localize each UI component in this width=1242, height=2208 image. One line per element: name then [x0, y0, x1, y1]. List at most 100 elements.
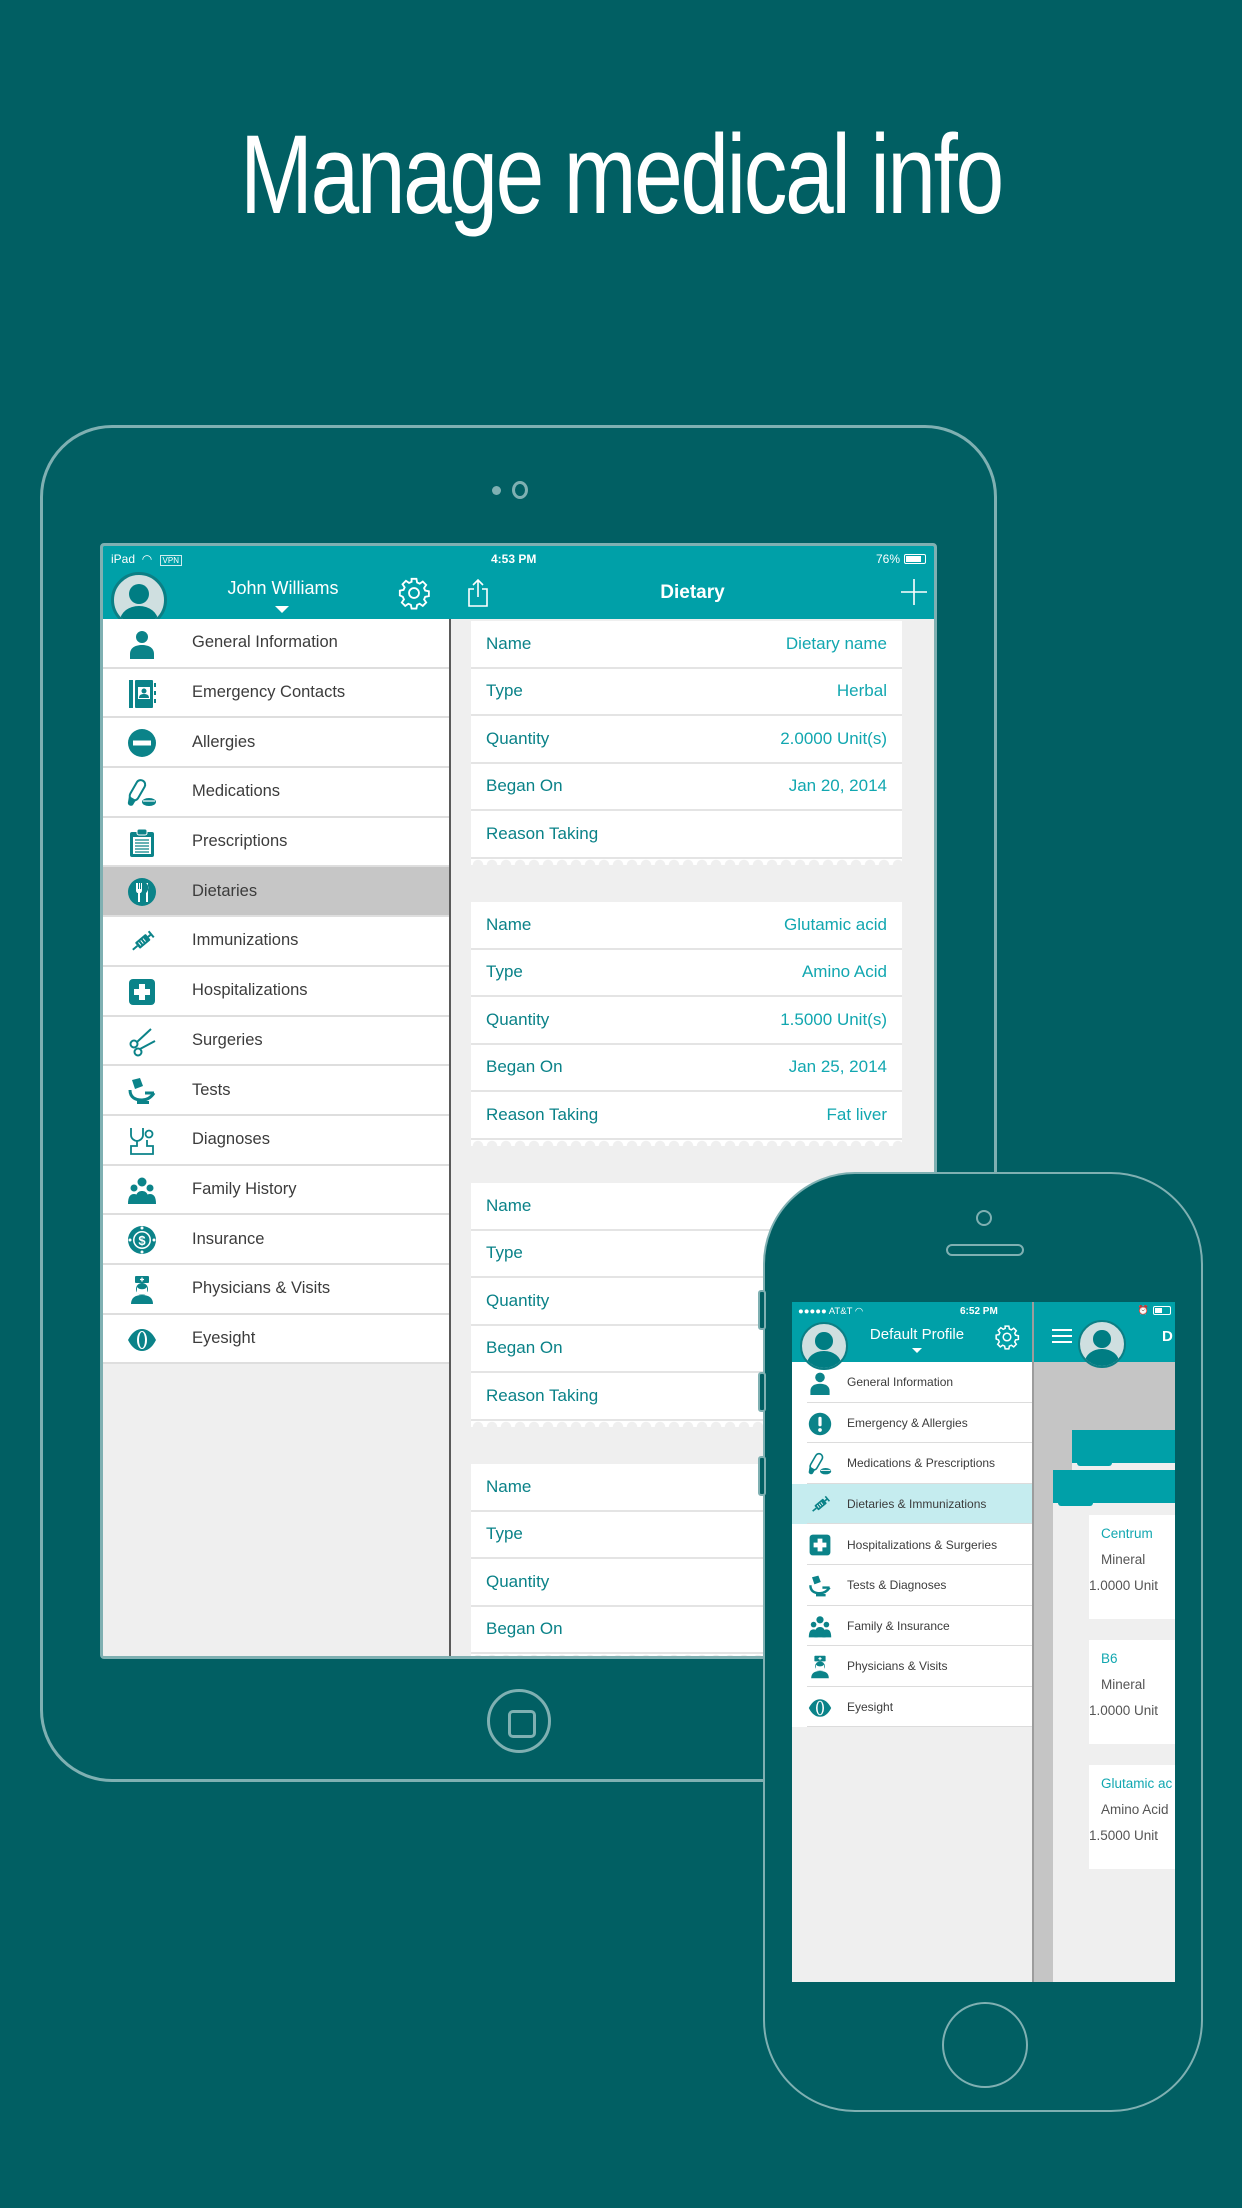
record-field-row[interactable]: Began On Jan 25, 2014 [471, 1045, 902, 1092]
field-label: Quantity [486, 1009, 550, 1029]
field-label: Name [486, 633, 532, 653]
ipad-sidebar-menu: General Information Emergency Contacts A… [103, 619, 449, 1365]
scissors-icon [127, 1027, 157, 1057]
sidebar-item-label: Tests & Diagnoses [847, 1578, 947, 1593]
dietary-card[interactable]: Glutamic ac Amino Acid 1.5000 Unit [1089, 1765, 1175, 1873]
record-field-row[interactable]: Name Dietary name [471, 621, 902, 669]
sidebar-item-label: Medications & Prescriptions [847, 1456, 996, 1471]
iphone-speaker [946, 1244, 1024, 1256]
settings-gear-icon[interactable] [397, 576, 431, 610]
sidebar-item-general-information[interactable]: General Information [103, 619, 449, 669]
syringe-icon [127, 927, 157, 957]
field-value: Jan 20, 2014 [788, 776, 887, 796]
profile-name[interactable]: John Williams [203, 578, 363, 599]
sidebar-item-eyesight[interactable]: Eyesight [792, 1686, 1032, 1728]
sidebar-item-medications[interactable]: Medications [103, 768, 449, 818]
ipad-camera [512, 481, 528, 499]
status-right: ⏰ [1138, 1305, 1171, 1316]
dietary-record-card[interactable]: Name Dietary name Type Herbal Quantity 2… [471, 621, 902, 865]
family-icon [127, 1176, 157, 1206]
profile-name[interactable]: Default Profile [852, 1326, 982, 1343]
add-icon[interactable] [900, 578, 928, 606]
iphone-detail-pane: ⏰ D Hepatitis (HepA) Centrum Mineral 1.0… [1032, 1302, 1175, 1982]
record-field-row[interactable]: Began On Jan 20, 2014 [471, 764, 902, 811]
sidebar-item-physicians-visits[interactable]: Physicians & Visits [103, 1264, 449, 1315]
dietary-type: Amino Acid [1101, 1802, 1169, 1817]
sidebar-item-dietaries[interactable]: Dietaries [103, 867, 449, 918]
record-field-row[interactable]: Quantity 2.0000 Unit(s) [471, 716, 902, 764]
sidebar-item-tests-diagnoses[interactable]: Tests & Diagnoses [792, 1564, 1032, 1606]
dietary-quantity: 1.0000 Unit [1089, 1703, 1159, 1718]
dietary-quantity: 1.0000 Unit [1089, 1578, 1159, 1593]
microscope-icon [127, 1076, 157, 1106]
sidebar-item-family-insurance[interactable]: Family & Insurance [792, 1605, 1032, 1647]
profile-avatar[interactable] [800, 1322, 848, 1370]
sidebar-item-diagnoses[interactable]: Diagnoses [103, 1115, 449, 1166]
sidebar-item-tests[interactable]: Tests [103, 1066, 449, 1116]
ipad-sidebar: iPad ◠ VPN John Williams General Informa… [103, 546, 451, 1656]
stethoscope-icon [127, 1126, 157, 1156]
ipad-sensor-dot [492, 486, 501, 495]
sidebar-item-allergies[interactable]: Allergies [103, 718, 449, 769]
sidebar-item-label: Medications [192, 782, 281, 801]
record-field-row[interactable]: Name Glutamic acid [471, 902, 902, 950]
carrier-signal: ●●●●● AT&T ◠ [798, 1306, 863, 1317]
sidebar-item-label: Emergency & Allergies [847, 1415, 968, 1430]
svg-text:$: $ [138, 1233, 146, 1248]
sidebar-item-label: Prescriptions [192, 832, 288, 851]
field-label: Quantity [486, 1571, 550, 1591]
sidebar-item-eyesight[interactable]: Eyesight [103, 1314, 449, 1365]
sidebar-item-dietaries-immunizations[interactable]: Dietaries & Immunizations [792, 1483, 1032, 1525]
contacts-book-icon [127, 679, 157, 709]
card-torn-edge [1089, 1869, 1175, 1873]
record-field-row[interactable]: Reason Taking [471, 811, 902, 859]
sidebar-item-surgeries[interactable]: Surgeries [103, 1016, 449, 1067]
profile-avatar[interactable] [1078, 1320, 1126, 1368]
page-title: Dietary [660, 582, 725, 603]
record-field-row[interactable]: Reason Taking Fat liver [471, 1092, 902, 1140]
record-field-row[interactable]: Type Herbal [471, 669, 902, 716]
status-time: 6:52 PM [960, 1306, 998, 1317]
ipad-home-button[interactable] [487, 1689, 551, 1753]
sidebar-item-hospitalizations-surgeries[interactable]: Hospitalizations & Surgeries [792, 1524, 1032, 1565]
sidebar-item-family-history[interactable]: Family History [103, 1165, 449, 1216]
field-label: Name [486, 1195, 532, 1215]
exclamation-icon [808, 1412, 832, 1436]
field-value: 2.0000 Unit(s) [780, 728, 887, 748]
dietary-name: B6 [1101, 1651, 1118, 1666]
sidebar-item-emergency-allergies[interactable]: Emergency & Allergies [792, 1402, 1032, 1444]
record-field-row[interactable]: Quantity 1.5000 Unit(s) [471, 997, 902, 1045]
profile-dropdown-caret-icon[interactable] [275, 606, 289, 613]
battery-percent: 76% [875, 552, 900, 566]
record-field-row[interactable]: Type Amino Acid [471, 950, 902, 997]
ipad-nav-bar: 4:53 PM 76% Dietary [451, 546, 934, 619]
hamburger-menu-icon[interactable] [1052, 1328, 1072, 1344]
sidebar-item-label: Physicians & Visits [192, 1279, 331, 1298]
field-value: Jan 25, 2014 [788, 1057, 887, 1077]
settings-gear-icon[interactable] [994, 1324, 1020, 1350]
sidebar-item-label: Hospitalizations & Surgeries [847, 1537, 998, 1552]
field-value: Glutamic acid [784, 914, 887, 934]
sidebar-item-emergency-contacts[interactable]: Emergency Contacts [103, 668, 449, 719]
sidebar-item-label: Eyesight [847, 1700, 894, 1715]
sidebar-item-insurance[interactable]: $ Insurance [103, 1215, 449, 1265]
sidebar-item-physicians-visits[interactable]: Physicians & Visits [792, 1646, 1032, 1687]
sidebar-item-immunizations[interactable]: Immunizations [103, 917, 449, 967]
dietary-card[interactable]: Centrum Mineral 1.0000 Unit [1089, 1515, 1175, 1623]
dietary-card[interactable]: B6 Mineral 1.0000 Unit [1089, 1640, 1175, 1748]
wifi-icon: ◠ [138, 552, 153, 566]
field-label: Name [486, 1476, 532, 1496]
field-label: Reason Taking [486, 823, 599, 843]
sidebar-item-hospitalizations[interactable]: Hospitalizations [103, 966, 449, 1017]
fork-knife-icon [127, 877, 157, 907]
vpn-badge: VPN [159, 555, 182, 566]
sidebar-item-prescriptions[interactable]: Prescriptions [103, 817, 449, 868]
sidebar-item-label: Emergency Contacts [192, 683, 346, 702]
card-torn-edge [471, 858, 902, 865]
sidebar-item-medications-prescriptions[interactable]: Medications & Prescriptions [792, 1443, 1032, 1484]
status-time: 4:53 PM [491, 552, 537, 566]
dietary-type: Mineral [1101, 1552, 1146, 1567]
dietary-record-card[interactable]: Name Glutamic acid Type Amino Acid Quant… [471, 902, 902, 1146]
profile-dropdown-caret-icon[interactable] [912, 1348, 922, 1353]
iphone-home-button[interactable] [942, 2002, 1028, 2088]
